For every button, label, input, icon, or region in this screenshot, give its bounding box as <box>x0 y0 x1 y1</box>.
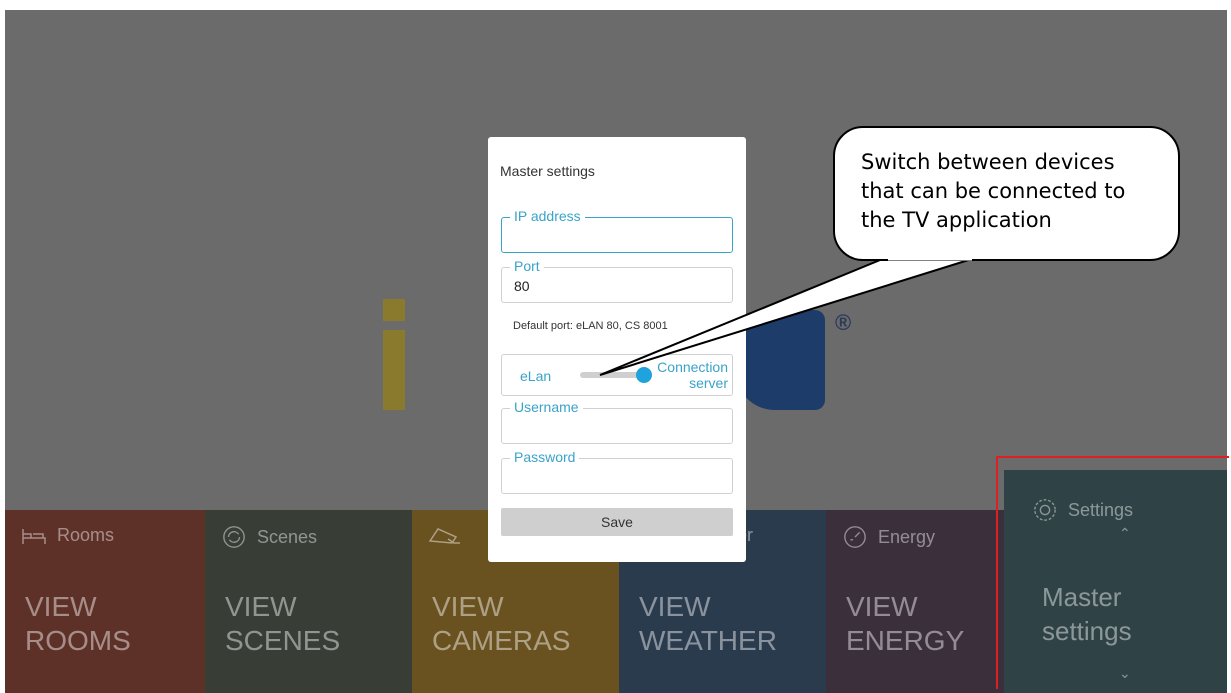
password-label: Password <box>510 449 580 465</box>
camera-icon <box>428 528 460 544</box>
tile-rooms-title: VIEW ROOMS <box>25 591 131 656</box>
port-field[interactable]: Port 80 <box>501 258 733 303</box>
port-value: 80 <box>514 278 530 294</box>
settings-highlight-frame <box>996 456 1229 689</box>
device-switch[interactable]: eLan Connection server <box>501 354 733 396</box>
switch-track[interactable] <box>580 372 642 378</box>
tile-scenes[interactable]: Scenes VIEW SCENES <box>205 510 412 693</box>
tile-scenes-header: Scenes <box>221 525 317 549</box>
password-field[interactable]: Password <box>501 449 733 494</box>
ip-address-label: IP address <box>510 208 585 224</box>
tile-cameras-header <box>428 525 472 545</box>
tile-scenes-title: VIEW SCENES <box>225 591 341 656</box>
tile-rooms[interactable]: Rooms VIEW ROOMS <box>5 510 205 693</box>
port-label: Port <box>510 258 544 274</box>
save-button[interactable]: Save <box>501 508 733 536</box>
default-port-hint: Default port: eLAN 80, CS 8001 <box>513 320 668 332</box>
tile-energy-header: Energy <box>842 525 935 549</box>
ip-address-field[interactable]: IP address <box>501 208 733 253</box>
callout-text: Switch between devices that can be conne… <box>861 150 1126 232</box>
logo-s-shape <box>735 310 825 410</box>
switch-knob[interactable] <box>636 367 652 383</box>
username-field[interactable]: Username <box>501 399 733 444</box>
tile-rooms-header: Rooms <box>21 525 114 546</box>
tile-energy-label: Energy <box>878 526 936 547</box>
logo-registered-mark: ® <box>835 310 852 335</box>
master-settings-dialog: Master settings IP address Port 80 Defau… <box>488 137 746 562</box>
tile-cameras-title: VIEW CAMERAS <box>432 591 571 656</box>
tile-energy[interactable]: Energy VIEW ENERGY <box>826 510 1004 693</box>
callout-bubble: Switch between devices that can be conne… <box>833 126 1180 261</box>
logo-i-stem <box>383 330 405 410</box>
switch-label-elan: eLan <box>520 368 552 384</box>
bed-icon <box>22 528 46 544</box>
refresh-icon <box>223 526 245 548</box>
tile-scenes-label: Scenes <box>257 526 318 547</box>
tile-rooms-label: Rooms <box>57 525 115 545</box>
tile-weather-title: VIEW WEATHER <box>639 591 777 656</box>
username-label: Username <box>510 399 583 415</box>
logo-i-dot <box>383 299 405 321</box>
tile-energy-title: VIEW ENERGY <box>846 591 965 656</box>
switch-label-connection-server: Connection server <box>657 359 728 391</box>
dialog-title: Master settings <box>500 163 595 179</box>
gauge-icon <box>844 526 866 548</box>
